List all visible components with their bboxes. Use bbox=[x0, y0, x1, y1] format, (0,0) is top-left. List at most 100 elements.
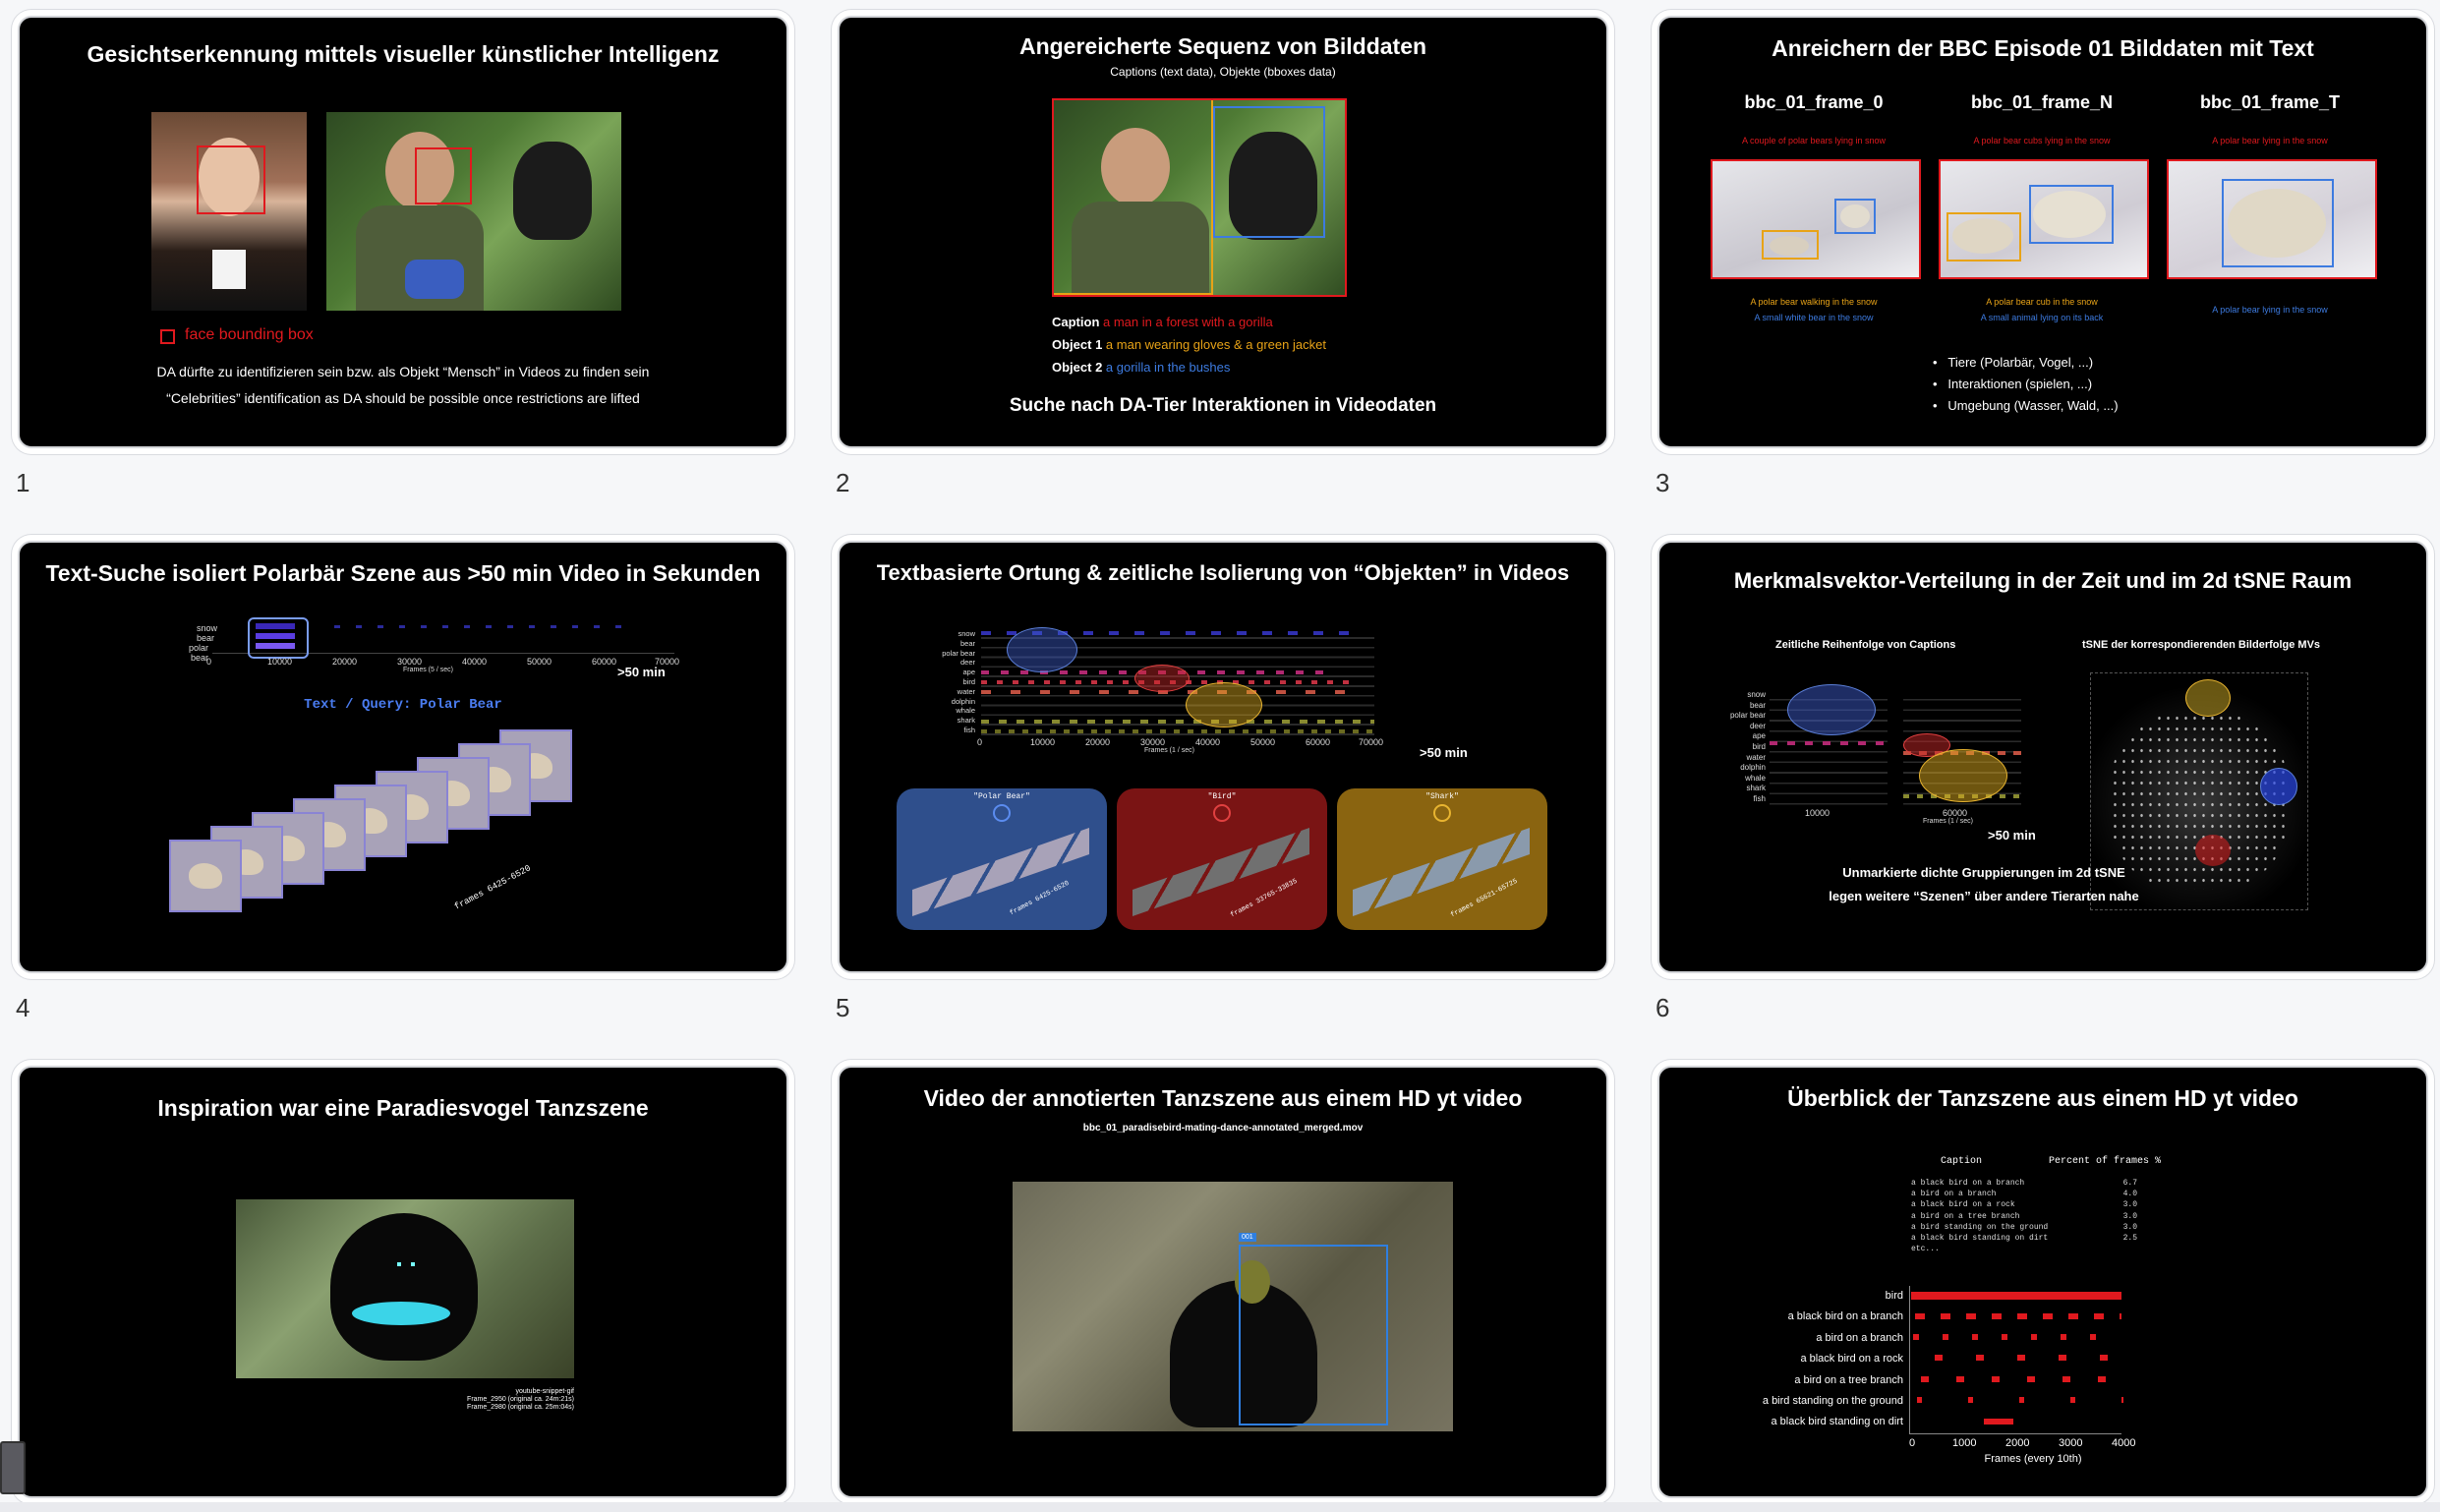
annotated-video-frame[interactable]: 001 bbox=[1013, 1182, 1453, 1431]
slide-number: 4 bbox=[16, 993, 30, 1022]
x-tick: 10000 bbox=[1805, 808, 1830, 818]
x-tick: 10000 bbox=[267, 657, 293, 667]
y-label: whale bbox=[956, 706, 975, 716]
x-tick: 0 bbox=[977, 737, 983, 747]
x-tick: 4000 bbox=[2112, 1437, 2136, 1449]
y-label: fish bbox=[1753, 793, 1766, 803]
table-cell-percent: 3.0 bbox=[2122, 1222, 2137, 1232]
x-tick: 60000 bbox=[592, 657, 617, 667]
panel-label: "Shark" bbox=[1425, 792, 1459, 801]
x-tick: 40000 bbox=[462, 657, 488, 667]
duration-label: >50 min bbox=[617, 665, 666, 679]
slide-5-thumbnail[interactable]: Textbasierte Ortung & zeitliche Isolieru… bbox=[838, 541, 1608, 973]
table-cell-caption: a black bird standing on dirt bbox=[1911, 1234, 2049, 1244]
slide-number: 3 bbox=[1656, 468, 1670, 497]
legend-square-icon bbox=[160, 329, 175, 344]
panel-marker-icon bbox=[993, 804, 1011, 822]
y-label: polar bear bbox=[942, 648, 975, 658]
right-heading: tSNE der korrespondierenden Bilderfolge … bbox=[2082, 639, 2321, 651]
frame-n-caption: A polar bear cubs lying in the snow bbox=[1973, 136, 2111, 145]
slide-5-title: Textbasierte Ortung & zeitliche Isolieru… bbox=[876, 560, 1570, 585]
y-label: whale bbox=[1745, 773, 1766, 783]
x-tick: 2000 bbox=[2005, 1437, 2030, 1449]
paradise-bird-photo bbox=[236, 1199, 574, 1378]
object-2-label: Object 2 bbox=[1052, 360, 1103, 375]
slide-6-thumbnail[interactable]: Merkmalsvektor-Verteilung in der Zeit un… bbox=[1657, 541, 2428, 973]
slide-2-thumbnail[interactable]: Angereicherte Sequenz von Bilddaten Capt… bbox=[838, 16, 1608, 448]
panel-label: "Polar Bear" bbox=[973, 792, 1030, 801]
table-row: a black bird on a branch 6.7 bbox=[1911, 1178, 2137, 1189]
frame-0-object-2: A small white bear in the snow bbox=[1754, 313, 1874, 322]
slide-number: 1 bbox=[16, 468, 30, 497]
duration-label: >50 min bbox=[1988, 828, 2036, 843]
y-label: bear bbox=[1749, 700, 1766, 710]
object-2-bounding-box bbox=[2222, 179, 2334, 267]
x-tick: 30000 bbox=[397, 657, 423, 667]
y-label: a black bird on a rock bbox=[1800, 1353, 1903, 1366]
bullet-text: Umgebung (Wasser, Wald, ...) bbox=[1947, 398, 2119, 413]
forest-gorilla-photo bbox=[326, 112, 621, 311]
title-emphasis: >50 min bbox=[467, 560, 552, 586]
bottom-scrollbar[interactable] bbox=[0, 1502, 2440, 1512]
frame-0-object-1: A polar bear walking in the snow bbox=[1750, 297, 1878, 307]
table-cell-percent: 3.0 bbox=[2122, 1211, 2137, 1221]
portrait-photo bbox=[151, 112, 307, 311]
slide-4-title: Text-Suche isoliert Polarbär Szene aus >… bbox=[20, 560, 786, 587]
table-cell-caption: a bird standing on the ground bbox=[1911, 1222, 2049, 1232]
shark-cluster-highlight bbox=[1186, 682, 1262, 727]
detection-bounding-box bbox=[1239, 1245, 1388, 1425]
table-row: a bird on a branch 4.0 bbox=[1911, 1189, 2137, 1199]
frame-t-object-2: A polar bear lying in the snow bbox=[2212, 305, 2328, 315]
y-label: polar bear bbox=[188, 643, 208, 663]
object-1-bounding-box bbox=[1946, 212, 2021, 262]
panel-toggle-handle[interactable] bbox=[0, 1441, 26, 1494]
polar-bear-result-panel: "Polar Bear" frames 6425-6520 bbox=[897, 788, 1107, 930]
table-cell-percent: 4.0 bbox=[2122, 1190, 2137, 1199]
table-cell-caption: a bird on a branch bbox=[1911, 1190, 1997, 1199]
x-tick: 20000 bbox=[332, 657, 358, 667]
slide-1-thumbnail[interactable]: Gesichtserkennung mittels visueller küns… bbox=[18, 16, 788, 448]
x-tick: 1000 bbox=[1952, 1437, 1977, 1449]
panel-frames: frames 33765-33835 bbox=[1229, 877, 1300, 920]
face-bounding-box bbox=[197, 145, 265, 214]
slide-4-thumbnail[interactable]: Text-Suche isoliert Polarbär Szene aus >… bbox=[18, 541, 788, 973]
caption-text: a man in a forest with a gorilla bbox=[1103, 315, 1273, 329]
table-cell-caption: a bird on a tree branch bbox=[1911, 1211, 2020, 1221]
polar-bear-cluster-highlight bbox=[1007, 627, 1077, 672]
bullet-item: • Interaktionen (spielen, ...) bbox=[1933, 377, 2093, 391]
frame-t-image bbox=[2167, 159, 2377, 279]
slide-8-thumbnail[interactable]: Video der annotierten Tanzszene aus eine… bbox=[838, 1066, 1608, 1498]
panel-frames: frames 65621-65725 bbox=[1449, 877, 1520, 920]
y-label: bird bbox=[962, 676, 975, 686]
y-label: snow bbox=[1747, 690, 1766, 699]
title-part: Text-Suche isoliert Polarbär Szene aus bbox=[45, 560, 468, 586]
photo-credit: youtube-snippet-gif Frame_2950 (original… bbox=[413, 1388, 574, 1412]
caption-label: Caption bbox=[1052, 315, 1100, 329]
x-axis-label: Frames (1 / sec) bbox=[1144, 747, 1194, 754]
y-labels: snow bear polar bear deer ape bird water… bbox=[1726, 690, 1766, 805]
x-tick: 30000 bbox=[1140, 737, 1166, 747]
y-label: a bird on a branch bbox=[1816, 1331, 1903, 1344]
object-2-text: a gorilla in the bushes bbox=[1105, 360, 1231, 375]
slide-7-thumbnail[interactable]: Inspiration war eine Paradiesvogel Tanzs… bbox=[18, 1066, 788, 1498]
bullet-item: • Umgebung (Wasser, Wald, ...) bbox=[1933, 398, 2119, 413]
y-labels: snow bear polar bear deer ape bird water… bbox=[938, 629, 975, 735]
bird-cluster-highlight bbox=[1134, 665, 1190, 692]
y-label: water bbox=[957, 686, 975, 696]
caption-timeline-chart: snow bear polar bear deer ape bird water… bbox=[942, 627, 1383, 754]
title-part: Video in Sekunden bbox=[552, 560, 761, 586]
slide-1-line-1: DA dürfte zu identifizieren sein bzw. al… bbox=[156, 364, 650, 379]
timeline-chart: snow bear polar bear 0 10000 20000 30000… bbox=[189, 617, 688, 680]
video-filename: bbc_01_paradisebird-mating-dance-annotat… bbox=[1082, 1123, 1364, 1134]
detection-tag: 001 bbox=[1239, 1233, 1256, 1242]
x-axis-label: Frames (every 10th) bbox=[1984, 1453, 2082, 1465]
slide-9-thumbnail[interactable]: Überblick der Tanzszene aus einem HD yt … bbox=[1657, 1066, 2428, 1498]
bullet-text: Interaktionen (spielen, ...) bbox=[1947, 377, 2093, 391]
table-cell-percent: 3.0 bbox=[2122, 1200, 2137, 1210]
caption-bounding-box bbox=[1052, 98, 1347, 297]
object-1-text: a man wearing gloves & a green jacket bbox=[1105, 337, 1326, 352]
frame-n-object-1: A polar bear cub in the snow bbox=[1986, 297, 2098, 307]
slide-7-title: Inspiration war eine Paradiesvogel Tanzs… bbox=[157, 1095, 649, 1121]
polar-bear-cluster-highlight bbox=[1787, 684, 1876, 735]
slide-3-thumbnail[interactable]: Anreichern der BBC Episode 01 Bilddaten … bbox=[1657, 16, 2428, 448]
